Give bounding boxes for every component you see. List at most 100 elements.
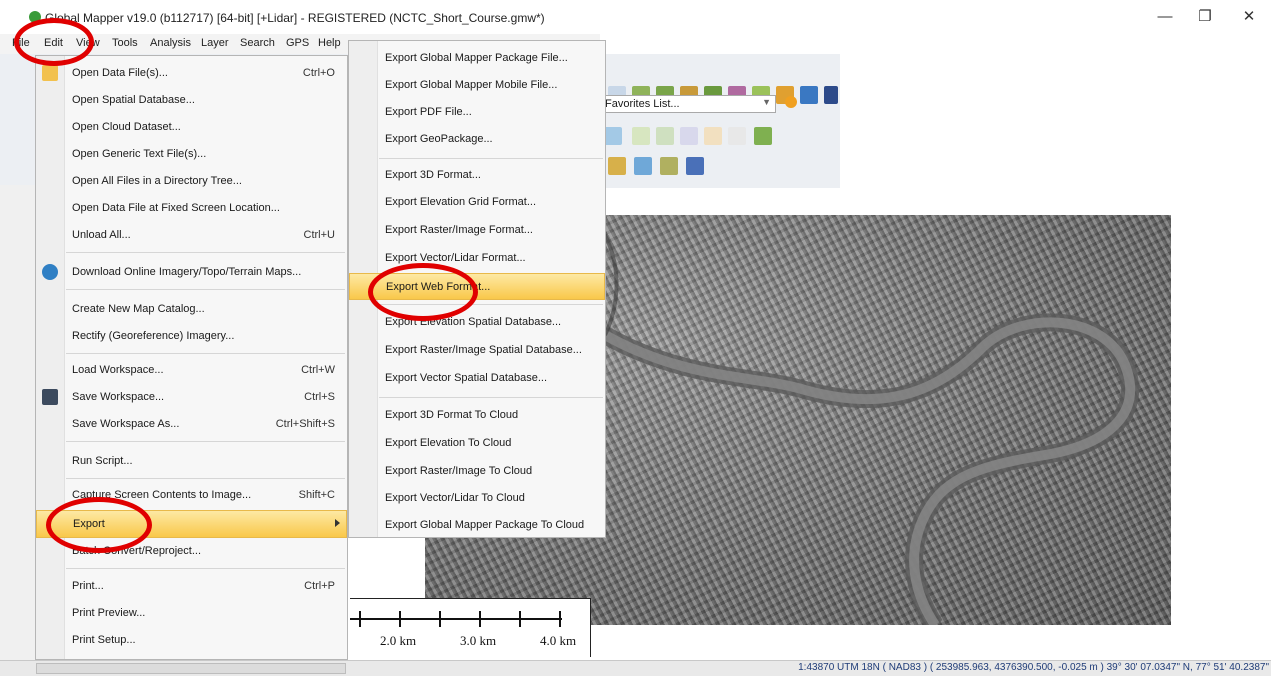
submenu-item-label: Export Global Mapper Package To Cloud (385, 519, 585, 531)
tools-icon[interactable] (824, 86, 838, 104)
menu-tools[interactable]: Tools (112, 37, 138, 49)
digitize-edit-icon[interactable] (680, 127, 698, 145)
folder-icon (42, 65, 58, 81)
menu-layer[interactable]: Layer (201, 37, 229, 49)
pin-icon[interactable] (686, 157, 704, 175)
menu-item-print-preview[interactable]: Print Preview... (36, 600, 347, 627)
menu-item-open-data-files[interactable]: Open Data File(s)... Ctrl+O (36, 60, 347, 87)
menu-item-print[interactable]: Print... Ctrl+P (36, 573, 347, 600)
menu-item-save-workspace-as[interactable]: Save Workspace As... Ctrl+Shift+S (36, 411, 347, 438)
submenu-item-label: Export Global Mapper Mobile File... (385, 79, 558, 91)
submenu-item-export-geopackage[interactable]: Export GeoPackage... (349, 126, 605, 153)
menu-separator (66, 478, 345, 479)
menu-item-label: Print Preview... (72, 607, 146, 619)
menu-item-rectify-imagery[interactable]: Rectify (Georeference) Imagery... (36, 323, 347, 350)
horizontal-scrollbar[interactable] (36, 663, 346, 674)
menu-item-open-generic-text[interactable]: Open Generic Text File(s)... (36, 141, 347, 168)
menu-item-open-spatial-database[interactable]: Open Spatial Database... (36, 87, 347, 114)
menu-item-load-workspace[interactable]: Load Workspace... Ctrl+W (36, 357, 347, 384)
title-bar: Global Mapper v19.0 (b112717) [64-bit] [… (0, 0, 1271, 34)
menu-item-shortcut: Ctrl+O (302, 67, 335, 79)
submenu-item-export-3d-format[interactable]: Export 3D Format... (349, 162, 605, 189)
minimize-button[interactable]: — (1150, 6, 1180, 28)
submenu-item-export-vector-cloud[interactable]: Export Vector/Lidar To Cloud (349, 485, 605, 512)
water-icon[interactable] (634, 157, 652, 175)
menu-item-download-online-imagery[interactable]: Download Online Imagery/Topo/Terrain Map… (36, 259, 347, 286)
menu-analysis[interactable]: Analysis (150, 37, 191, 49)
close-button[interactable]: ✕ (1234, 6, 1264, 28)
menu-item-open-fixed-location[interactable]: Open Data File at Fixed Screen Location.… (36, 195, 347, 222)
submenu-item-label: Export Elevation Grid Format... (385, 196, 536, 208)
menu-item-print-setup[interactable]: Print Setup... (36, 627, 347, 654)
menu-item-shortcut: Ctrl+W (301, 364, 335, 376)
menu-item-shortcut: Ctrl+U (303, 229, 335, 241)
digitize-area-icon[interactable] (632, 127, 650, 145)
submenu-item-label: Export GeoPackage... (385, 133, 493, 145)
globe-icon (42, 264, 58, 280)
window-title: Global Mapper v19.0 (b112717) [64-bit] [… (45, 11, 545, 25)
submenu-arrow-icon (335, 519, 340, 527)
digitize-line-icon[interactable] (604, 127, 622, 145)
digitize-cross-icon[interactable] (728, 127, 746, 145)
submenu-item-export-raster-spatial-db[interactable]: Export Raster/Image Spatial Database... (349, 337, 605, 364)
annotation-circle-export-web-format (368, 263, 478, 321)
favorites-select[interactable]: Favorites List... ▼ (598, 95, 776, 113)
save-icon (42, 389, 58, 405)
submenu-item-export-raster-cloud[interactable]: Export Raster/Image To Cloud (349, 458, 605, 485)
submenu-item-export-gm-mobile[interactable]: Export Global Mapper Mobile File... (349, 72, 605, 99)
menu-item-label: Run Script... (72, 455, 133, 467)
submenu-item-export-vector-lidar[interactable]: Export Vector/Lidar Format... (349, 245, 605, 272)
menu-item-label: Create New Map Catalog... (72, 303, 205, 315)
submenu-item-label: Export Vector/Lidar To Cloud (385, 492, 525, 504)
scale-bar: 2.0 km 3.0 km 4.0 km (350, 598, 591, 657)
file-menu: Open Data File(s)... Ctrl+O Open Spatial… (35, 55, 348, 660)
submenu-item-export-gm-package-cloud[interactable]: Export Global Mapper Package To Cloud (349, 512, 605, 539)
menu-item-run-script[interactable]: Run Script... (36, 448, 347, 475)
menu-separator (379, 397, 603, 398)
submenu-item-export-raster-image[interactable]: Export Raster/Image Format... (349, 217, 605, 244)
submenu-item-label: Export 3D Format... (385, 169, 481, 181)
digitize-vertex-icon[interactable] (656, 127, 674, 145)
menu-item-label: Open All Files in a Directory Tree... (72, 175, 242, 187)
submenu-item-export-3d-cloud[interactable]: Export 3D Format To Cloud (349, 402, 605, 429)
menu-help[interactable]: Help (318, 37, 341, 49)
submenu-item-export-gm-package[interactable]: Export Global Mapper Package File... (349, 45, 605, 72)
submenu-item-label: Export Vector Spatial Database... (385, 372, 548, 384)
restore-button[interactable]: ❐ (1190, 6, 1220, 28)
measure-icon[interactable] (754, 127, 772, 145)
scale-label-3km: 3.0 km (460, 633, 497, 648)
menu-item-label: Open Spatial Database... (72, 94, 195, 106)
menu-item-create-map-catalog[interactable]: Create New Map Catalog... (36, 296, 347, 323)
favorites-select-value: Favorites List... (605, 98, 680, 110)
menu-gps[interactable]: GPS (286, 37, 309, 49)
favorite-star-icon[interactable] (785, 96, 797, 108)
image-icon[interactable] (800, 86, 818, 104)
submenu-item-export-pdf[interactable]: Export PDF File... (349, 99, 605, 126)
submenu-item-label: Export PDF File... (385, 106, 472, 118)
sun-icon[interactable] (608, 157, 626, 175)
submenu-item-export-elevation-cloud[interactable]: Export Elevation To Cloud (349, 430, 605, 457)
menu-separator (379, 158, 603, 159)
menu-item-open-cloud-dataset[interactable]: Open Cloud Dataset... (36, 114, 347, 141)
menu-search[interactable]: Search (240, 37, 275, 49)
menu-item-label: Open Generic Text File(s)... (72, 148, 207, 160)
submenu-item-label: Export Raster/Image Spatial Database... (385, 344, 582, 356)
menu-item-label: Print... (72, 580, 104, 592)
digitize-move-icon[interactable] (704, 127, 722, 145)
menu-item-label: Load Workspace... (72, 364, 164, 376)
menu-item-label: Unload All... (72, 229, 131, 241)
points-icon[interactable] (660, 157, 678, 175)
menu-item-shortcut: Ctrl+S (304, 391, 335, 403)
submenu-item-label: Export Raster/Image Format... (385, 224, 533, 236)
menu-item-unload-all[interactable]: Unload All... Ctrl+U (36, 222, 347, 249)
menu-item-shortcut: Shift+C (298, 489, 335, 501)
submenu-item-export-elevation-grid[interactable]: Export Elevation Grid Format... (349, 189, 605, 216)
left-dock (0, 185, 37, 660)
menu-item-label: Print Setup... (72, 634, 136, 646)
menu-item-open-directory-tree[interactable]: Open All Files in a Directory Tree... (36, 168, 347, 195)
menu-separator (66, 289, 345, 290)
menu-separator (66, 353, 345, 354)
menu-item-shortcut: Ctrl+Shift+S (275, 418, 335, 430)
menu-item-save-workspace[interactable]: Save Workspace... Ctrl+S (36, 384, 347, 411)
submenu-item-export-vector-spatial-db[interactable]: Export Vector Spatial Database... (349, 365, 605, 392)
